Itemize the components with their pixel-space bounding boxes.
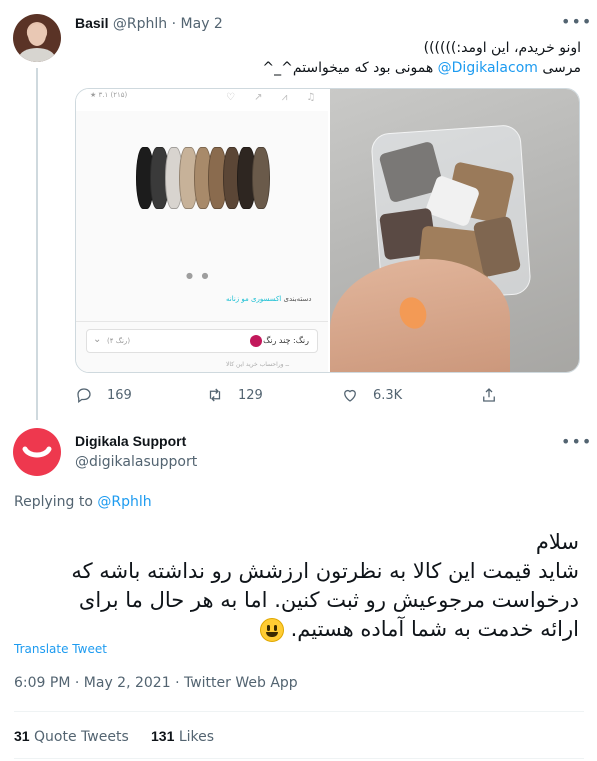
tweet-text-prefix: مرسی: [537, 60, 581, 76]
hair-ties-image: [136, 147, 270, 209]
hair-tie-band: [251, 147, 270, 209]
rating-text: ★ ۳.۱ (۲۱۵): [90, 91, 128, 99]
reply-button[interactable]: 169: [75, 386, 132, 404]
tweet-text-line4: ارائه خدمت به شما آماده هستیم.: [9, 615, 579, 644]
avatar[interactable]: [13, 14, 61, 62]
likes-count: 131: [151, 728, 175, 744]
tweet-actions: 169 129 6.3K: [75, 386, 515, 408]
tweet-time[interactable]: 6:09 PM: [14, 675, 70, 691]
color-label-text: رنگ:: [290, 336, 309, 345]
tweet-text: اونو خریدم، این اومد:)))))) مرسی @Digika…: [81, 38, 581, 78]
tweet-text: سلام شاید قیمت این کالا به نظرتون ارزشش …: [9, 528, 579, 644]
color-label: رنگ: چند رنگ: [263, 336, 309, 345]
likes-label: Likes: [178, 729, 215, 745]
reply-icon: [77, 388, 91, 404]
tweet-text-line1: اونو خریدم، این اومد:)))))): [423, 40, 581, 56]
separator: ·: [74, 675, 80, 691]
handle[interactable]: @digikalasupport: [75, 454, 197, 470]
app-action-icons: ♡ ↗ ⩘ ♫: [226, 92, 324, 103]
retweet-button[interactable]: 129: [206, 386, 263, 404]
category-line: دسته‌بندی اکسسوری مو زنانه: [226, 295, 312, 303]
retweet-icon: [209, 388, 221, 402]
divider: [76, 321, 328, 322]
replying-handle-link[interactable]: @Rphlh: [97, 494, 151, 510]
separator: ·: [171, 16, 177, 32]
tweet-text-line2: مرسی @Digikalacom همونی بود که میخواستم^…: [81, 58, 581, 78]
tweet-date[interactable]: May 2: [181, 16, 223, 32]
tweet-text-line3: درخواست مرجوعیش رو ثبت کنین. اما به هر ح…: [78, 588, 579, 612]
chevron-down-icon: ⌄: [93, 334, 102, 345]
more-horizontal-icon[interactable]: •••: [561, 432, 592, 451]
media-image-photo[interactable]: [330, 89, 579, 372]
tweet-text-suffix: همونی بود که میخواستم^_^: [262, 60, 438, 76]
color-swatch-icon: [250, 335, 262, 347]
tweet-header: Basil @Rphlh · May 2: [75, 15, 223, 32]
heart-icon: [344, 389, 356, 402]
grinning-face-icon: [259, 618, 284, 642]
quote-tweets-count: 31: [14, 728, 30, 744]
tweet-stats: 31 Quote Tweets 131 Likes: [14, 728, 214, 745]
display-name[interactable]: Digikala Support: [75, 433, 186, 449]
retweet-count: 129: [238, 387, 263, 403]
category-link: اکسسوری مو زنانه: [226, 295, 282, 303]
media-image-screenshot[interactable]: ★ ۳.۱ (۲۱۵) ♡ ↗ ⩘ ♫ ● ● دسته‌بندی اکسسور…: [76, 89, 328, 372]
translate-tweet-link[interactable]: Translate Tweet: [14, 642, 107, 656]
color-selector: رنگ: چند رنگ (۴ رنگ) ⌄: [86, 329, 318, 353]
thread-line: [36, 68, 38, 420]
reply-count: 169: [107, 387, 132, 403]
category-prefix: دسته‌بندی: [281, 295, 312, 303]
divider: [14, 758, 584, 759]
likes-link[interactable]: 131 Likes: [151, 728, 215, 745]
footer-text: ــ وراحساب خرید این کالا: [226, 361, 289, 368]
replying-label: Replying to: [14, 494, 98, 510]
handle[interactable]: @Rphlh: [113, 16, 167, 32]
media-grid: ★ ۳.۱ (۲۱۵) ♡ ↗ ⩘ ♫ ● ● دسته‌بندی اکسسور…: [75, 88, 580, 373]
like-count: 6.3K: [373, 387, 403, 403]
mention-link[interactable]: @Digikalacom: [438, 60, 538, 76]
quote-tweets-label: Quote Tweets: [34, 729, 129, 745]
color-count: (۴ رنگ): [107, 337, 131, 345]
display-name[interactable]: Basil: [75, 15, 108, 31]
tweet-date[interactable]: May 2, 2021: [84, 675, 171, 691]
tweet-text-line1: سلام: [535, 530, 579, 554]
carousel-dots: ● ●: [186, 271, 212, 280]
share-icon: [483, 388, 495, 402]
divider: [14, 711, 584, 712]
tweet-source[interactable]: Twitter Web App: [184, 675, 298, 691]
more-horizontal-icon[interactable]: •••: [561, 12, 592, 31]
separator: ·: [175, 675, 180, 691]
tweet-meta: 6:09 PM · May 2, 2021 · Twitter Web App: [14, 675, 298, 691]
tweet-text-line2: شاید قیمت این کالا به نظرتون ارزشش رو ند…: [71, 559, 579, 583]
share-button[interactable]: [480, 386, 498, 404]
replying-to: Replying to @Rphlh: [14, 494, 152, 510]
like-button[interactable]: 6.3K: [341, 386, 402, 404]
quote-tweets-link[interactable]: 31 Quote Tweets: [14, 728, 129, 745]
tweet-text-line4-text: ارائه خدمت به شما آماده هستیم.: [290, 617, 579, 641]
avatar[interactable]: [13, 428, 61, 476]
digikala-logo-icon: [22, 446, 52, 458]
color-value: چند رنگ: [263, 336, 291, 345]
